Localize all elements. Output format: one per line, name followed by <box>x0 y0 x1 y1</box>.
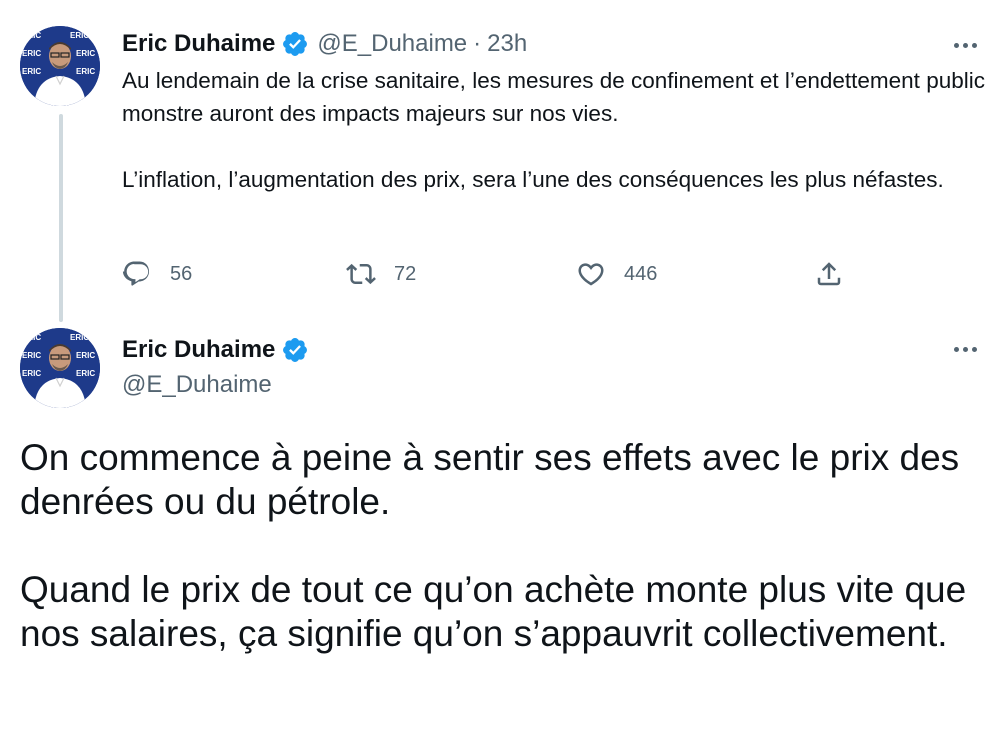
reply-count: 56 <box>170 262 193 285</box>
svg-text:ERIC: ERIC <box>22 369 41 378</box>
tweet-paragraph: Au lendemain de la crise sanitaire, les … <box>122 68 985 126</box>
like-count: 446 <box>624 262 658 285</box>
svg-text:ERIC: ERIC <box>76 369 95 378</box>
more-options-icon[interactable] <box>950 30 980 60</box>
verified-badge-icon <box>281 336 309 364</box>
share-icon <box>817 262 841 286</box>
tweet-text: Au lendemain de la crise sanitaire, les … <box>122 64 992 196</box>
avatar-image: ERIC ERIC ERIC ERIC ERIC ERIC <box>20 26 100 106</box>
avatar[interactable]: ERIC ERIC ERIC ERIC ERIC ERIC <box>20 26 100 106</box>
tweet-actions: 56 72 446 <box>122 254 862 294</box>
author-name[interactable]: Eric Duhaime <box>122 30 275 58</box>
tweet-paragraph: On commence à peine à sentir ses effets … <box>20 437 960 522</box>
more-options-icon[interactable] <box>950 334 980 364</box>
verified-badge-icon <box>281 30 309 58</box>
tweet-text: On commence à peine à sentir ses effets … <box>20 436 990 656</box>
tweet-paragraph: L’inflation, l’augmentation des prix, se… <box>122 167 944 192</box>
svg-text:ERIC: ERIC <box>22 49 41 58</box>
retweet-count: 72 <box>394 262 417 285</box>
avatar-image: ERIC ERIC ERIC ERIC ERIC ERIC <box>20 328 100 408</box>
thread-connector-line <box>59 114 63 322</box>
reply-button[interactable]: 56 <box>122 254 192 294</box>
svg-text:ERIC: ERIC <box>22 351 41 360</box>
tweet-paragraph: Quand le prix de tout ce qu’on achète mo… <box>20 569 967 654</box>
author-name[interactable]: Eric Duhaime <box>122 336 275 364</box>
svg-text:ERIC: ERIC <box>76 49 95 58</box>
separator-dot: · <box>473 30 482 57</box>
retweet-button[interactable]: 72 <box>346 254 416 294</box>
share-button[interactable] <box>814 254 844 294</box>
svg-text:ERIC: ERIC <box>70 31 89 40</box>
svg-text:ERIC: ERIC <box>76 351 95 360</box>
like-button[interactable]: 446 <box>576 254 657 294</box>
svg-text:ERIC: ERIC <box>22 67 41 76</box>
author-handle[interactable]: @E_Duhaime <box>122 370 722 400</box>
tweet-timestamp[interactable]: 23h <box>487 30 527 58</box>
author-handle[interactable]: @E_Duhaime <box>317 30 467 58</box>
svg-text:ERIC: ERIC <box>22 31 41 40</box>
retweet-icon <box>346 263 376 285</box>
tweet-1[interactable]: ERIC ERIC ERIC ERIC ERIC ERIC Eric Duhaime … <box>0 0 1008 322</box>
tweet-header: Eric Duhaime @E_Duhaime · 23h <box>122 28 527 60</box>
svg-text:ERIC: ERIC <box>76 67 95 76</box>
reply-icon <box>122 261 150 286</box>
avatar[interactable]: ERIC ERIC ERIC ERIC ERIC ERIC <box>20 328 100 408</box>
like-icon <box>578 263 604 286</box>
tweet-header: Eric Duhaime @E_Duhaime <box>122 334 722 400</box>
